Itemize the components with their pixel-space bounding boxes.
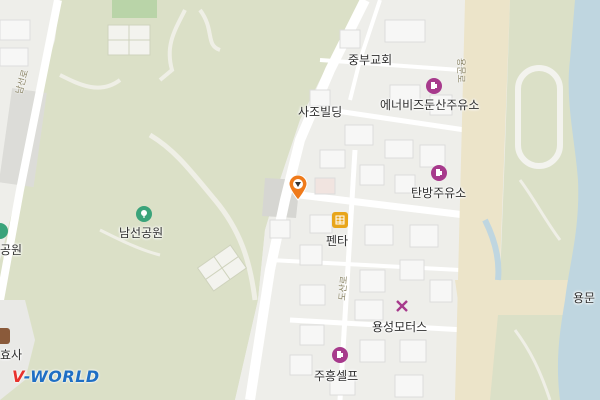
poi-label-energy-gas[interactable]: 에너비즈둔산주유소	[380, 96, 479, 113]
poi-label-penta[interactable]: 펜타	[326, 232, 348, 249]
poi-label-juheung-self[interactable]: 주흥셀프	[314, 367, 358, 384]
poi-label-tanbang-gas[interactable]: 탄방주유소	[411, 184, 466, 201]
map-canvas[interactable]: 남선로 도산로 용문로 중부교회 에너비즈둔산주유소 사조빌딩 탄방주유소 펜타…	[0, 0, 600, 400]
poi-label-yongseong-motors[interactable]: 용성모터스	[372, 318, 427, 335]
vworld-logo: V-WORLD	[12, 367, 100, 386]
poi-label-left-temple[interactable]: 효사	[0, 346, 22, 363]
road-label-yongmun: 용문로	[455, 58, 465, 83]
poi-label-sajo-building[interactable]: 사조빌딩	[298, 103, 342, 120]
gas-station-icon[interactable]	[431, 165, 447, 181]
road-label-doan: 도산로	[337, 275, 351, 302]
restaurant-icon[interactable]	[332, 212, 348, 228]
location-pin-icon[interactable]	[288, 174, 308, 205]
logo-rest: -WORLD	[23, 367, 100, 386]
logo-v: V	[12, 367, 24, 386]
poi-label-left-park[interactable]: 공원	[0, 241, 22, 258]
wrench-icon[interactable]	[394, 298, 410, 314]
gas-station-icon[interactable]	[426, 78, 442, 94]
gas-station-icon[interactable]	[332, 347, 348, 363]
poi-label-namseon-park[interactable]: 남선공원	[119, 224, 163, 241]
temple-icon[interactable]	[0, 328, 10, 344]
poi-label-right-road: 용문	[573, 291, 596, 305]
poi-label-jungbu-church[interactable]: 중부교회	[348, 51, 392, 68]
park-icon[interactable]	[136, 206, 152, 222]
